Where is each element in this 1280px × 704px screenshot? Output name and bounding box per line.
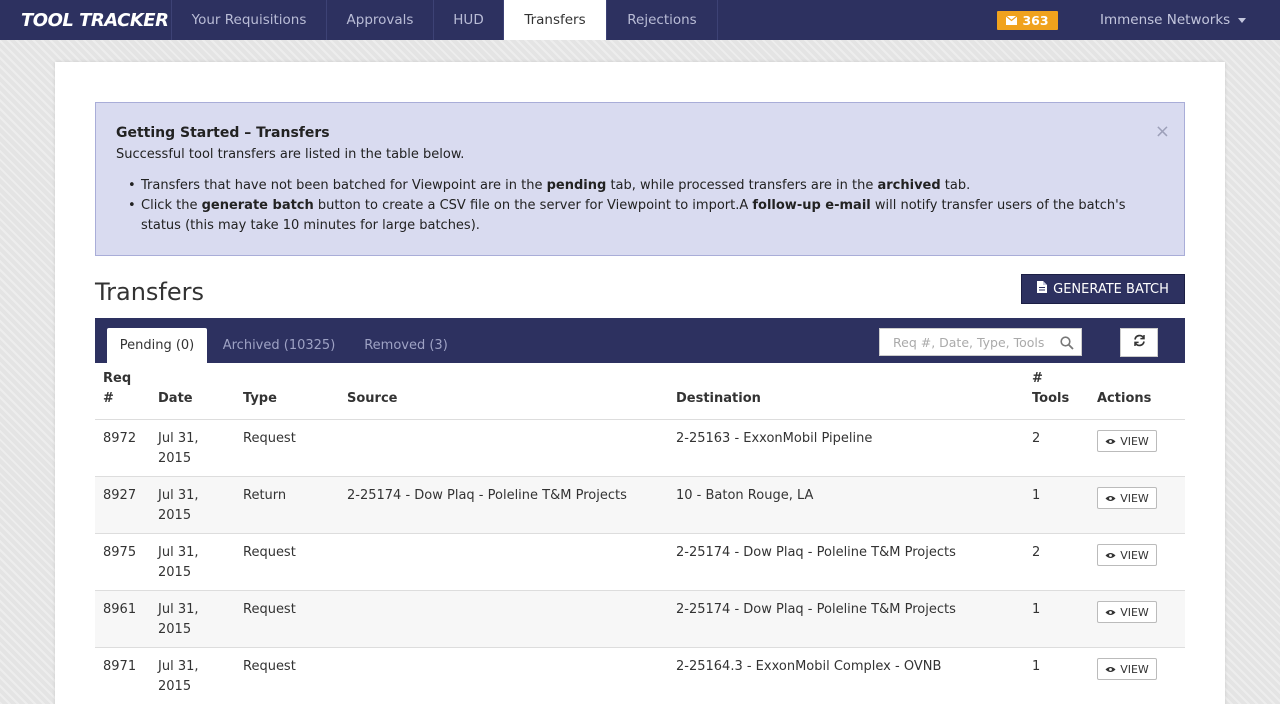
cell-tools: 2 bbox=[1032, 431, 1041, 446]
file-icon bbox=[1037, 281, 1048, 297]
getting-started-alert: Getting Started – Transfers Successful t… bbox=[95, 102, 1185, 256]
eye-icon bbox=[1105, 492, 1116, 505]
nav-tab-your-requisitions[interactable]: Your Requisitions bbox=[172, 0, 327, 40]
cell-destination: 2-25163 - ExxonMobil Pipeline bbox=[676, 431, 873, 446]
envelope-icon bbox=[1006, 16, 1018, 25]
transfers-tab-bar: Pending (0) Archived (10325) Removed (3) bbox=[95, 318, 1185, 363]
table-row: 8971 Jul 31, 2015 Request 2-25164.3 - Ex… bbox=[95, 648, 1185, 704]
org-dropdown[interactable]: Immense Networks bbox=[1100, 0, 1247, 40]
eye-icon bbox=[1105, 606, 1116, 619]
cell-req: 8971 bbox=[103, 659, 137, 674]
cell-type: Request bbox=[243, 659, 296, 674]
cell-destination: 10 - Baton Rouge, LA bbox=[676, 488, 814, 503]
col-header-actions: Actions bbox=[1097, 391, 1152, 406]
col-header-type: Type bbox=[243, 391, 277, 406]
cell-date: Jul 31, 2015 bbox=[158, 545, 199, 580]
close-icon[interactable]: × bbox=[1155, 123, 1170, 141]
col-header-source: Source bbox=[347, 391, 398, 406]
col-header-destination: Destination bbox=[676, 391, 761, 406]
table-row: 8975 Jul 31, 2015 Request 2-25174 - Dow … bbox=[95, 534, 1185, 591]
alert-bullet-1: Transfers that have not been batched for… bbox=[116, 176, 1164, 196]
cell-req: 8975 bbox=[103, 545, 137, 560]
view-button[interactable]: VIEW bbox=[1097, 544, 1157, 566]
col-header-date: Date bbox=[158, 391, 193, 406]
mail-badge[interactable]: 363 bbox=[997, 11, 1058, 30]
cell-type: Return bbox=[243, 488, 287, 503]
eye-icon bbox=[1105, 435, 1116, 448]
table-header: Req # Date Type Source Destination # Too… bbox=[95, 363, 1185, 420]
cell-type: Request bbox=[243, 602, 296, 617]
cell-date: Jul 31, 2015 bbox=[158, 488, 199, 523]
view-button[interactable]: VIEW bbox=[1097, 487, 1157, 509]
cell-tools: 1 bbox=[1032, 602, 1041, 617]
cell-destination: 2-25174 - Dow Plaq - Poleline T&M Projec… bbox=[676, 545, 956, 560]
cell-tools: 1 bbox=[1032, 659, 1041, 674]
refresh-icon bbox=[1133, 334, 1146, 351]
cell-destination: 2-25174 - Dow Plaq - Poleline T&M Projec… bbox=[676, 602, 956, 617]
cell-date: Jul 31, 2015 bbox=[158, 659, 199, 694]
search-input[interactable] bbox=[880, 329, 1050, 355]
view-button[interactable]: VIEW bbox=[1097, 601, 1157, 623]
main-panel: Getting Started – Transfers Successful t… bbox=[55, 62, 1225, 704]
search-box bbox=[879, 328, 1082, 356]
search-icon[interactable] bbox=[1060, 336, 1074, 354]
page-title: Transfers bbox=[95, 278, 205, 306]
alert-bullet-2: Click the generate batch button to creat… bbox=[116, 196, 1164, 236]
nav-tab-hud[interactable]: HUD bbox=[434, 0, 504, 40]
cell-source: 2-25174 - Dow Plaq - Poleline T&M Projec… bbox=[347, 488, 627, 503]
table-row: 8961 Jul 31, 2015 Request 2-25174 - Dow … bbox=[95, 591, 1185, 648]
cell-destination: 2-25164.3 - ExxonMobil Complex - OVNB bbox=[676, 659, 942, 674]
alert-title: Getting Started – Transfers bbox=[116, 125, 330, 141]
tab-removed[interactable]: Removed (3) bbox=[352, 328, 460, 363]
refresh-button[interactable] bbox=[1120, 328, 1158, 357]
col-header-tools: # Tools bbox=[1032, 371, 1070, 406]
table-row: 8972 Jul 31, 2015 Request 2-25163 - Exxo… bbox=[95, 420, 1185, 477]
nav-tab-rejections[interactable]: Rejections bbox=[607, 0, 718, 40]
col-header-req: Req # bbox=[103, 371, 132, 406]
eye-icon bbox=[1105, 663, 1116, 676]
caret-down-icon bbox=[1238, 17, 1247, 23]
cell-date: Jul 31, 2015 bbox=[158, 602, 199, 637]
org-name: Immense Networks bbox=[1100, 12, 1231, 28]
generate-batch-button[interactable]: GENERATE BATCH bbox=[1021, 274, 1185, 304]
cell-req: 8961 bbox=[103, 602, 137, 617]
generate-batch-label: GENERATE BATCH bbox=[1053, 281, 1169, 297]
tab-pending[interactable]: Pending (0) bbox=[107, 328, 207, 363]
cell-date: Jul 31, 2015 bbox=[158, 431, 199, 466]
nav-tab-approvals[interactable]: Approvals bbox=[327, 0, 434, 40]
view-button[interactable]: VIEW bbox=[1097, 430, 1157, 452]
eye-icon bbox=[1105, 549, 1116, 562]
cell-tools: 2 bbox=[1032, 545, 1041, 560]
table-row: 8927 Jul 31, 2015 Return 2-25174 - Dow P… bbox=[95, 477, 1185, 534]
top-navbar: TOOL TRACKER Your Requisitions Approvals… bbox=[0, 0, 1280, 40]
alert-intro: Successful tool transfers are listed in … bbox=[116, 147, 465, 162]
cell-type: Request bbox=[243, 545, 296, 560]
cell-req: 8972 bbox=[103, 431, 137, 446]
cell-tools: 1 bbox=[1032, 488, 1041, 503]
nav-tab-transfers[interactable]: Transfers bbox=[504, 0, 607, 40]
brand-logo[interactable]: TOOL TRACKER bbox=[0, 0, 172, 40]
transfers-table: Req # Date Type Source Destination # Too… bbox=[95, 363, 1185, 704]
view-button[interactable]: VIEW bbox=[1097, 658, 1157, 680]
tab-archived[interactable]: Archived (10325) bbox=[213, 328, 345, 363]
cell-req: 8927 bbox=[103, 488, 137, 503]
mail-count: 363 bbox=[1022, 13, 1049, 28]
cell-type: Request bbox=[243, 431, 296, 446]
